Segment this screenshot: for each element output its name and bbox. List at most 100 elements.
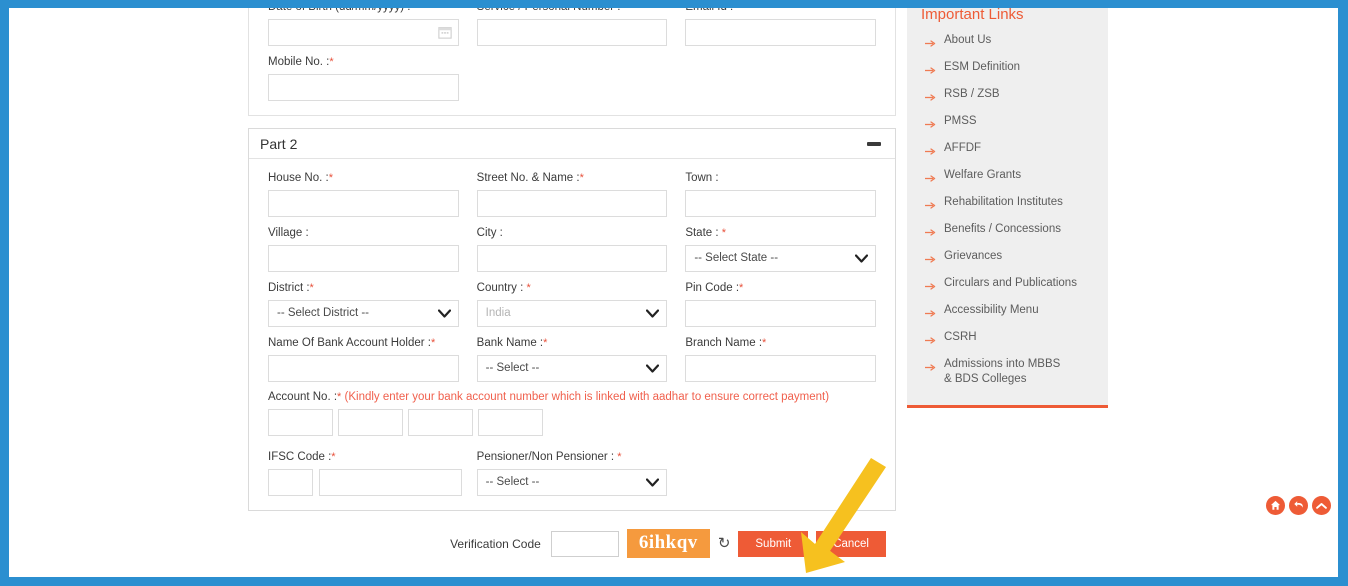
branch-name-input[interactable]: [685, 355, 876, 382]
account-no-segments: [268, 409, 876, 436]
sidebar-item-label: PMSS: [944, 115, 977, 127]
home-fab[interactable]: [1266, 496, 1285, 515]
sidebar-item-about-us[interactable]: About Us: [907, 29, 1108, 56]
district-select[interactable]: -- Select District --: [268, 300, 459, 327]
account-no-segment-1[interactable]: [268, 409, 333, 436]
street-no-name-input[interactable]: [476, 190, 668, 217]
pin-code-input[interactable]: [685, 300, 876, 327]
sidebar-item-benefits-concessions[interactable]: Benefits / Concessions: [907, 218, 1108, 245]
required-mark: *: [543, 337, 548, 349]
label-state: State : *: [685, 227, 727, 239]
sidebar-item-esm-definition[interactable]: ESM Definition: [907, 56, 1108, 83]
sidebar-item-label: Rehabilitation Institutes: [944, 196, 1063, 208]
field-pin-code: Pin Code :*: [676, 281, 885, 327]
label-bank-name: Bank Name :*: [476, 337, 548, 349]
part1-row-1: Date of Birth (dd/mm/yyyy) :* Service / …: [259, 8, 885, 46]
field-spacer: [676, 450, 885, 496]
sidebar-item-label: AFFDF: [944, 142, 982, 154]
email-id-input[interactable]: [685, 19, 876, 46]
sidebar-item-accessibility-menu[interactable]: Accessibility Menu: [907, 299, 1108, 326]
required-mark: *: [617, 451, 622, 463]
label-date-of-birth: Date of Birth (dd/mm/yyyy) :*: [268, 8, 459, 14]
required-mark: *: [620, 8, 624, 13]
field-district: District :* -- Select District --: [259, 281, 468, 327]
sidebar-item-grievances[interactable]: Grievances: [907, 245, 1108, 272]
sidebar-title: Important Links: [921, 8, 1024, 23]
sidebar-item-welfare-grants[interactable]: Welfare Grants: [907, 164, 1108, 191]
account-no-segment-3[interactable]: [408, 409, 473, 436]
verification-code-input[interactable]: [550, 530, 619, 557]
arrow-right-icon: [925, 334, 936, 349]
sidebar-item-pmss[interactable]: PMSS: [907, 110, 1108, 137]
date-of-birth-input[interactable]: [268, 19, 459, 46]
field-account-no: Account No. :* (Kindly enter your bank a…: [259, 391, 885, 436]
sidebar-item-label: About Us: [944, 34, 992, 46]
label-house-no: House No. :*: [268, 172, 334, 184]
village-input[interactable]: [268, 245, 459, 272]
account-no-note: (Kindly enter your bank account number w…: [341, 391, 830, 403]
service-number-input[interactable]: [476, 19, 668, 46]
label-mobile-no: Mobile No. :*: [268, 56, 334, 68]
city-input[interactable]: [476, 245, 668, 272]
arrow-right-icon: [925, 361, 936, 376]
arrow-right-icon: [925, 91, 936, 106]
cancel-button[interactable]: Cancel: [816, 530, 886, 557]
required-mark: *: [328, 172, 334, 184]
part2-body: House No. :* Street No. & Name :* Town :: [249, 159, 895, 510]
sidebar-item-label: CSRH: [944, 331, 977, 343]
state-select[interactable]: -- Select State --: [685, 245, 876, 272]
page-frame-left: [0, 0, 9, 586]
sidebar-item-csrh[interactable]: CSRH: [907, 326, 1108, 353]
account-no-segment-2[interactable]: [338, 409, 403, 436]
verification-code-label: Verification Code: [450, 536, 541, 551]
ifsc-code-segment-1[interactable]: [268, 469, 313, 496]
page-frame-top: [0, 0, 1348, 8]
sidebar-item-label: Admissions into MBBS & BDS Colleges: [944, 358, 1061, 385]
mobile-no-input[interactable]: [268, 74, 459, 101]
minus-icon[interactable]: [867, 141, 881, 146]
label-email-id: Email Id :: [685, 8, 876, 14]
back-fab[interactable]: [1289, 496, 1308, 515]
field-branch-name: Branch Name :*: [676, 336, 885, 382]
submit-button[interactable]: Submit: [738, 530, 809, 557]
field-house-no: House No. :*: [259, 171, 468, 217]
verification-row: Verification Code 6ihkqv ↻ Submit Cancel: [248, 511, 896, 558]
required-mark: *: [579, 172, 584, 184]
label-street-no-name: Street No. & Name :*: [476, 172, 584, 184]
arrow-right-icon: [925, 64, 936, 79]
part1-row-2: Mobile No. :*: [259, 55, 885, 101]
sidebar-item-admissions-mbbs-bds[interactable]: Admissions into MBBS & BDS Colleges: [907, 353, 1108, 391]
calendar-icon[interactable]: [438, 25, 452, 39]
sidebar-item-rsb-zsb[interactable]: RSB / ZSB: [907, 83, 1108, 110]
scroll-top-fab[interactable]: [1312, 496, 1331, 515]
sidebar-item-circulars-and-publications[interactable]: Circulars and Publications: [907, 272, 1108, 299]
undo-arrow-icon: [1293, 500, 1303, 508]
house-no-input[interactable]: [268, 190, 459, 217]
sidebar-item-affdf[interactable]: AFFDF: [907, 137, 1108, 164]
part2-title: Part 2: [260, 135, 298, 152]
page-frame-right: [1338, 0, 1348, 586]
pensioner-select[interactable]: -- Select --: [476, 469, 668, 496]
refresh-icon[interactable]: ↻: [718, 536, 731, 551]
label-town: Town :: [685, 172, 719, 184]
part2-row-4: Name Of Bank Account Holder :* Bank Name…: [259, 336, 885, 382]
ifsc-code-segment-2[interactable]: [319, 469, 462, 496]
arrow-right-icon: [925, 307, 936, 322]
arrow-right-icon: [925, 118, 936, 133]
sidebar-item-rehabilitation-institutes[interactable]: Rehabilitation Institutes: [907, 191, 1108, 218]
bank-account-holder-name-input[interactable]: [268, 355, 459, 382]
field-mobile-no: Mobile No. :*: [259, 55, 468, 101]
town-input[interactable]: [685, 190, 876, 217]
sidebar-item-label: Accessibility Menu: [944, 304, 1039, 316]
important-links-sidebar: Important Links About Us ESM Definition …: [907, 8, 1108, 408]
arrow-right-icon: [925, 145, 936, 160]
label-village: Village :: [268, 227, 309, 239]
label-account-no: Account No. :* (Kindly enter your bank a…: [268, 391, 876, 403]
bank-name-select[interactable]: -- Select --: [476, 355, 668, 382]
country-select[interactable]: India: [476, 300, 668, 327]
account-no-segment-4[interactable]: [478, 409, 543, 436]
chevron-up-icon: [1316, 502, 1327, 509]
sidebar-item-label: Grievances: [944, 250, 1003, 262]
field-pensioner: Pensioner/Non Pensioner : * -- Select --: [468, 450, 677, 496]
field-village: Village :: [259, 226, 468, 272]
